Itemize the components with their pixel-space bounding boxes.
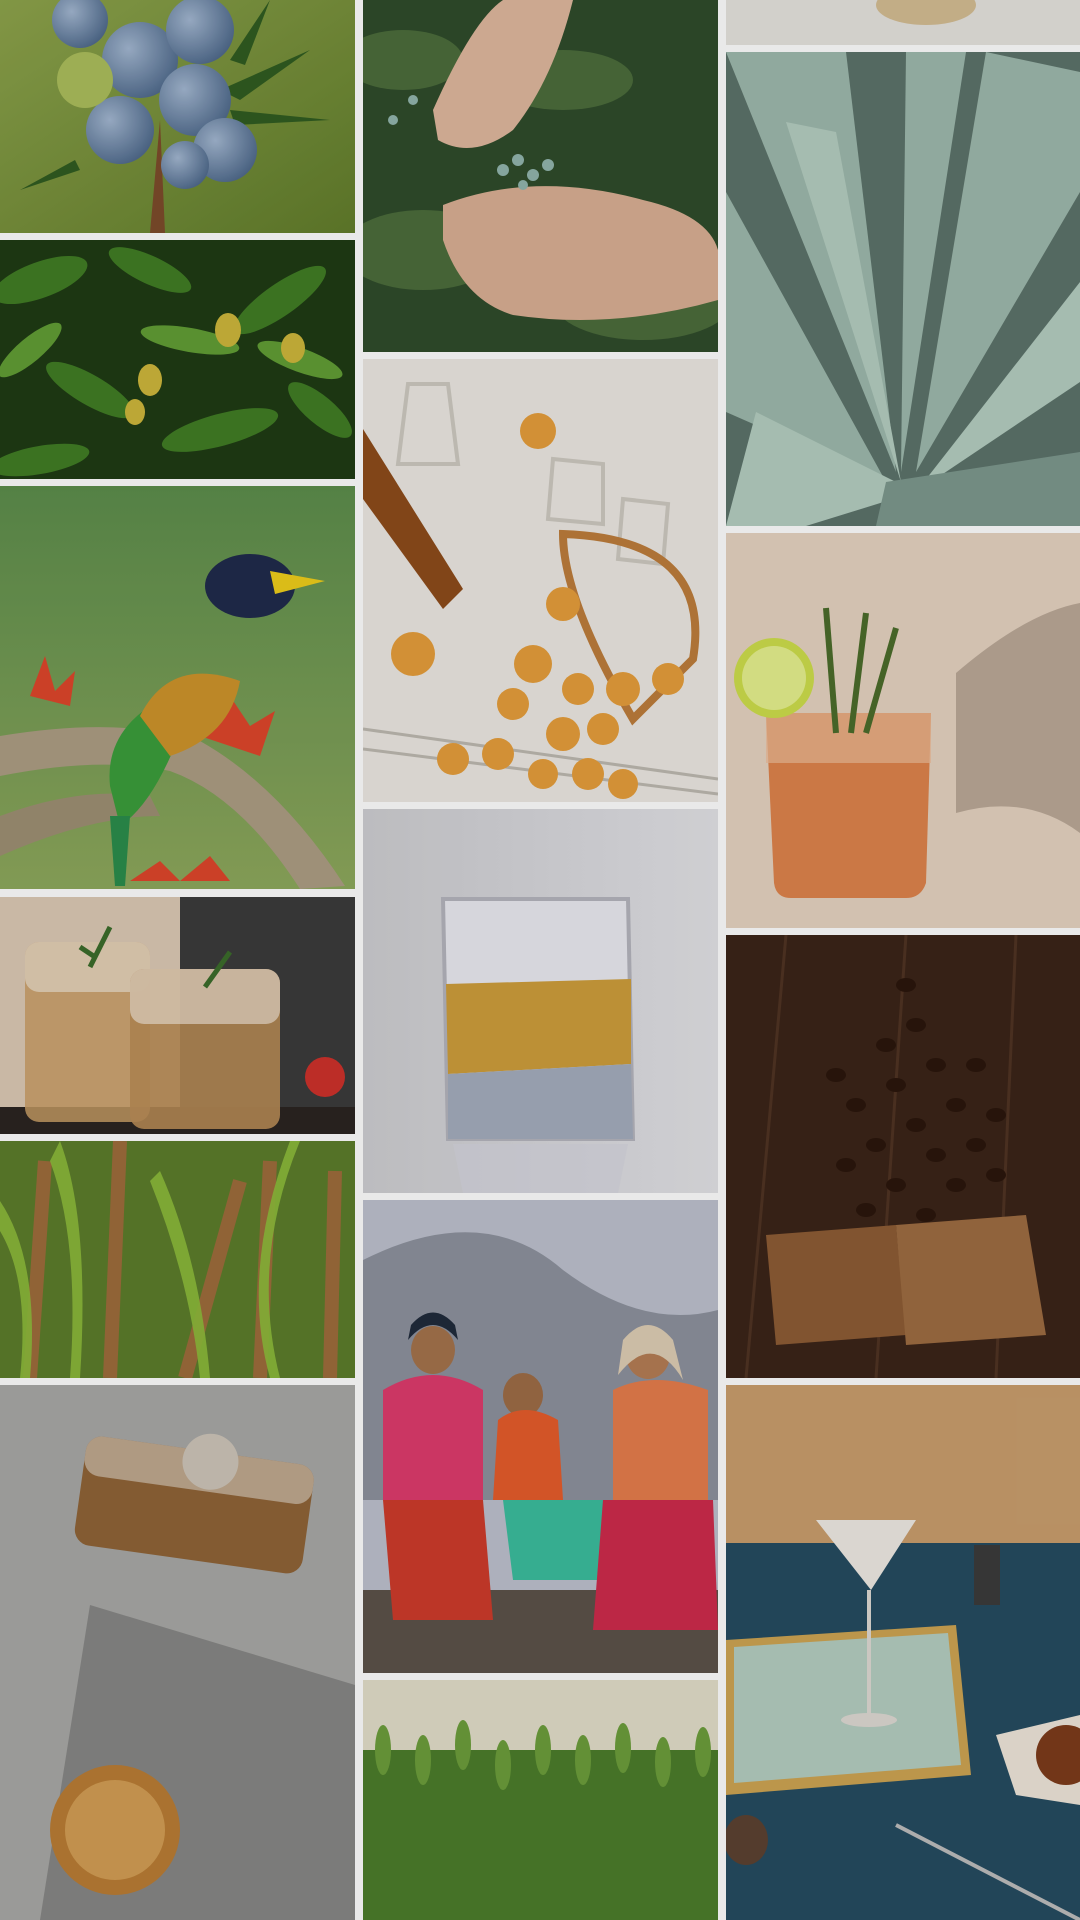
photo-tile-whisky-decanter[interactable] bbox=[0, 1385, 355, 1920]
photo-hands-juniper bbox=[363, 0, 718, 352]
photo-tile-wheat-field[interactable] bbox=[363, 1680, 718, 1920]
photo-mango-tree bbox=[0, 240, 355, 479]
photo-tile-barbet-bird[interactable] bbox=[0, 486, 355, 889]
photo-tile-sugarcane[interactable] bbox=[0, 1141, 355, 1378]
photo-tile-martini[interactable] bbox=[726, 1385, 1080, 1920]
photo-top-partial bbox=[726, 0, 1080, 45]
photo-three-women bbox=[363, 1200, 718, 1673]
photo-coffee-beans bbox=[726, 935, 1080, 1378]
photo-tile-juniper-berries[interactable] bbox=[0, 0, 355, 233]
photo-barbet-bird bbox=[0, 486, 355, 889]
photo-tile-iced-drinks[interactable] bbox=[0, 897, 355, 1134]
photo-whisky-decanter bbox=[0, 1385, 355, 1920]
photo-tile-apricots-linen[interactable] bbox=[363, 359, 718, 802]
photo-tile-whisky-glass[interactable] bbox=[363, 809, 718, 1193]
photo-tile-orange-cocktail[interactable] bbox=[726, 533, 1080, 928]
photo-sugarcane bbox=[0, 1141, 355, 1378]
photo-tile-hands-juniper[interactable] bbox=[363, 0, 718, 352]
photo-agave bbox=[726, 52, 1080, 526]
photo-tile-agave[interactable] bbox=[726, 52, 1080, 526]
photo-tile-coffee-beans[interactable] bbox=[726, 935, 1080, 1378]
photo-iced-drinks bbox=[0, 897, 355, 1134]
photo-wheat-field bbox=[363, 1680, 718, 1920]
photo-tile-mango-tree[interactable] bbox=[0, 240, 355, 479]
photo-martini bbox=[726, 1385, 1080, 1920]
photo-tile-three-women[interactable] bbox=[363, 1200, 718, 1673]
photo-orange-cocktail bbox=[726, 533, 1080, 928]
photo-juniper-berries bbox=[0, 0, 355, 233]
photo-whisky-glass bbox=[363, 809, 718, 1193]
photo-grid bbox=[0, 0, 1080, 1920]
photo-tile-top-partial[interactable] bbox=[726, 0, 1080, 45]
photo-apricots-linen bbox=[363, 359, 718, 802]
